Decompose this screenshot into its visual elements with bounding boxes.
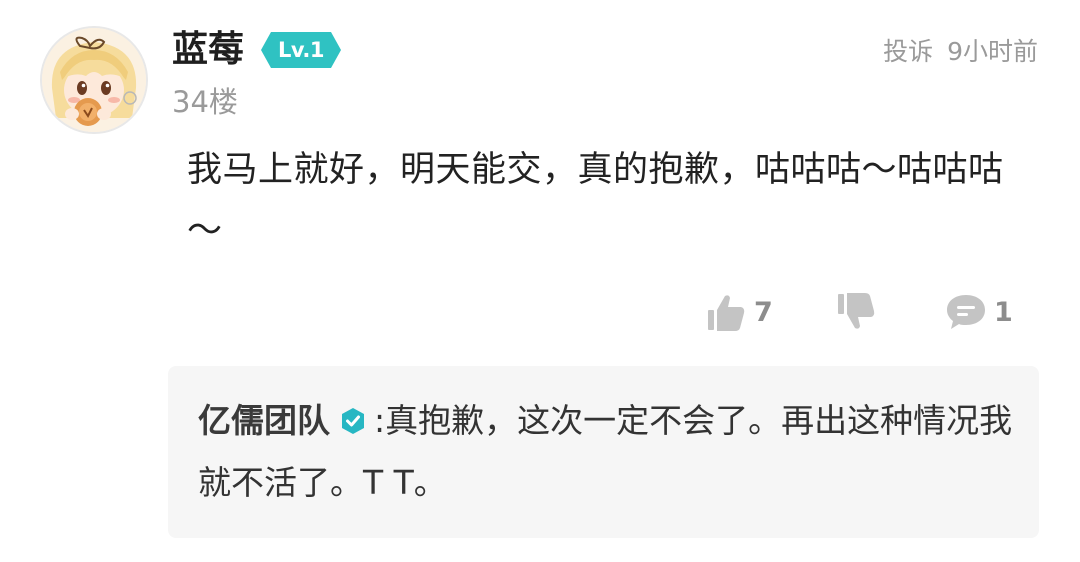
comment-card: 蓝莓 Lv.1 34楼 投诉 9小时前 我马上就好，明天能交，真的抱歉，咕咕咕～咕… [0,0,1080,562]
avatar-illustration [42,28,146,132]
speech-bubble-icon [947,295,985,329]
reply-button[interactable]: 1 [944,286,1013,338]
reply-content: 亿儒团队:真抱歉，这次一定不会了。再出这种情况我就不活了。T T。 [198,390,1018,514]
floor-number: 34楼 [172,85,238,119]
reply-author[interactable]: 亿儒团队 [198,401,330,440]
comment-meta: 投诉 9小时前 [883,30,1038,74]
dislike-button[interactable] [834,286,878,338]
username[interactable]: 蓝莓 [172,24,244,76]
timestamp: 9小时前 [947,37,1038,66]
verified-check-icon [342,408,364,434]
avatar[interactable] [40,26,148,134]
thumbs-down-icon [838,293,875,329]
reply-count: 1 [994,296,1013,328]
thumbs-up-icon [708,295,745,331]
like-button[interactable]: 7 [704,286,773,338]
level-label: Lv.1 [278,38,324,62]
like-count: 7 [754,296,773,328]
level-badge: Lv.1 [261,32,341,68]
report-button[interactable]: 投诉 [883,37,933,66]
comment-body: 我马上就好，明天能交，真的抱歉，咕咕咕～咕咕咕～ [187,150,1004,251]
action-bar: 7 1 [0,286,1080,338]
reply-separator: : [374,401,386,440]
reply-box[interactable]: 亿儒团队:真抱歉，这次一定不会了。再出这种情况我就不活了。T T。 [168,366,1039,538]
